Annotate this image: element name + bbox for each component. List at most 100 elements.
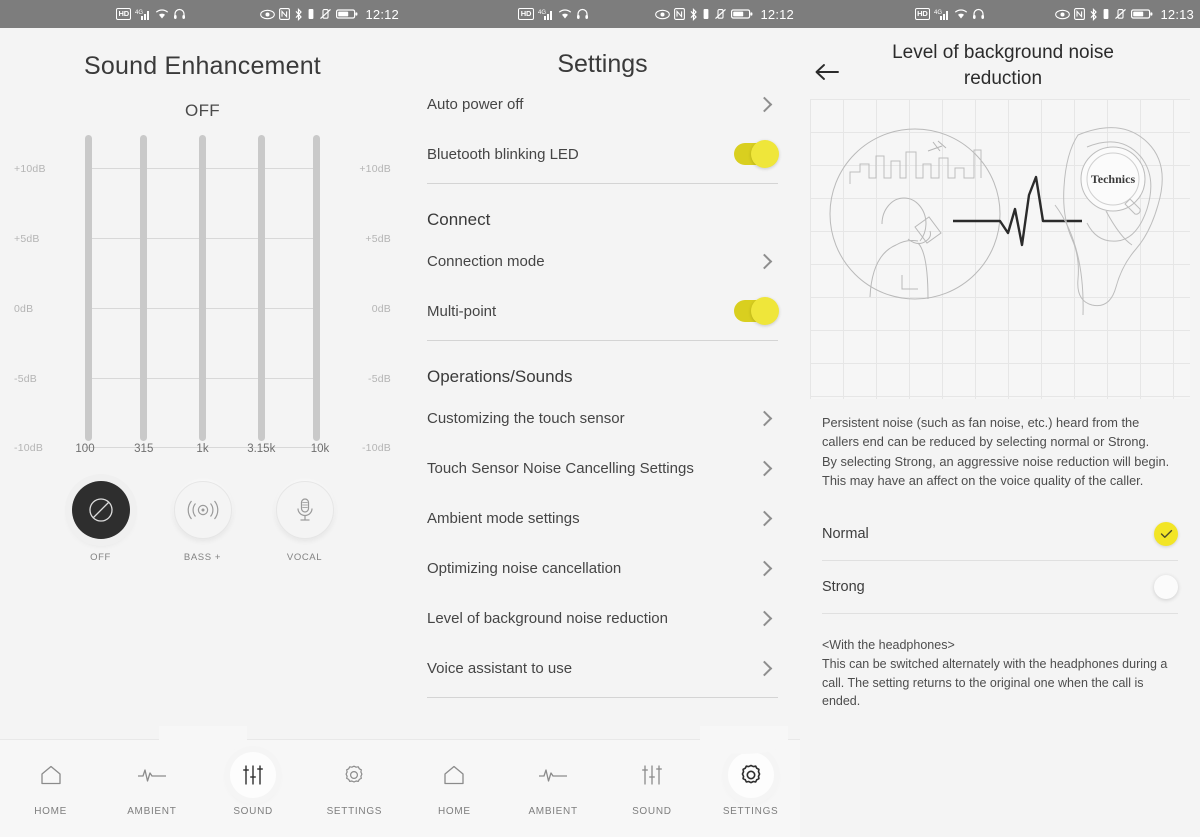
- wifi-icon: [558, 8, 572, 20]
- nav-label: SETTINGS: [722, 806, 779, 817]
- nav-item-settings[interactable]: SETTINGS: [701, 752, 800, 817]
- row-label: Level of background noise reduction: [427, 609, 668, 627]
- nav-item-sound[interactable]: SOUND: [203, 752, 304, 817]
- page-title: Sound Enhancement: [84, 52, 321, 80]
- option-normal[interactable]: Normal: [822, 508, 1178, 560]
- chevron-right-icon: [756, 610, 773, 626]
- sliders-icon[interactable]: [629, 752, 675, 798]
- nav-label: HOME: [437, 806, 471, 817]
- nav-item-sound[interactable]: SOUND: [603, 756, 702, 817]
- chevron-right-icon: [756, 253, 773, 269]
- nav-item-home[interactable]: HOME: [405, 756, 504, 817]
- settings-row-voice-assistant-to-use[interactable]: Voice assistant to use: [427, 643, 778, 693]
- nav-label: SOUND: [233, 806, 273, 817]
- row-label: Optimizing noise cancellation: [427, 559, 622, 577]
- settings-row-connection-mode[interactable]: Connection mode: [427, 236, 778, 286]
- row-label: Multi-point: [427, 302, 497, 320]
- home-icon[interactable]: [28, 752, 74, 798]
- bass-waves-icon: [187, 500, 218, 520]
- bottom-navigation: HOME AMBIENT SOUND SETTINGS: [405, 726, 800, 837]
- settings-row-level-of-background-noise-reduction[interactable]: Level of background noise reduction: [427, 593, 778, 643]
- eq-slider-1k[interactable]: [199, 135, 206, 441]
- sound-mode-off[interactable]: OFF: [71, 481, 130, 563]
- radio-unselected-icon[interactable]: [1154, 575, 1178, 600]
- headset-icon: [576, 8, 589, 20]
- nav-item-ambient[interactable]: AMBIENT: [504, 756, 603, 817]
- sliders-icon[interactable]: [230, 752, 277, 798]
- eye-icon: [1055, 9, 1071, 20]
- eye-icon: [655, 9, 671, 20]
- eq-slider-3.15k[interactable]: [257, 135, 265, 441]
- sound-mode-label: VOCAL: [286, 552, 323, 563]
- vocal-mode-button[interactable]: [275, 481, 334, 539]
- settings-row-touch-sensor-noise-cancelling[interactable]: Touch Sensor Noise Cancelling Settings: [427, 443, 778, 493]
- eq-slider-315[interactable]: [140, 135, 148, 441]
- vibrate-off-icon: [319, 8, 332, 20]
- status-bar-time: 12:13: [1160, 6, 1194, 22]
- nav-item-home[interactable]: HOME: [0, 756, 101, 817]
- vibrate-off-icon: [1114, 8, 1127, 20]
- eye-icon: [260, 9, 276, 20]
- page-title: Level of background noise reduction: [892, 42, 1114, 89]
- chevron-right-icon: [756, 510, 773, 526]
- eq-slider-100[interactable]: [85, 135, 92, 441]
- page-title: Settings: [557, 50, 648, 78]
- bottom-navigation: HOME AMBIENT SOUND SETTINGS: [0, 726, 405, 837]
- settings-list[interactable]: Settings Auto power off Bluetooth blinki…: [405, 28, 800, 765]
- home-icon[interactable]: [431, 752, 477, 798]
- svg-text:4G: 4G: [538, 10, 546, 16]
- settings-row-customizing-touch-sensor[interactable]: Customizing the touch sensor: [427, 393, 778, 443]
- multi-point-toggle[interactable]: [734, 297, 779, 325]
- three-panel-screenshot: HD 4G 12:12 Sound Enhancement OFF +10dB …: [0, 0, 1200, 837]
- nfc-icon: [1074, 8, 1086, 20]
- bass-mode-button[interactable]: [173, 481, 232, 539]
- status-bar-time: 12:12: [365, 6, 399, 22]
- waveform-icon[interactable]: [530, 752, 576, 798]
- battery-small-icon: [702, 8, 710, 20]
- eq-label-right-0: +10dB: [359, 163, 391, 175]
- check-icon[interactable]: [1154, 522, 1178, 547]
- sound-mode-vocal[interactable]: VOCAL: [275, 481, 334, 563]
- battery-small-icon: [1102, 8, 1110, 20]
- toggle-knob: [751, 140, 779, 168]
- off-mode-button[interactable]: [71, 481, 130, 539]
- settings-row-optimizing-noise-cancellation[interactable]: Optimizing noise cancellation: [427, 543, 778, 593]
- option-label: Normal: [822, 526, 869, 543]
- off-slash-icon: [88, 498, 113, 522]
- wifi-icon: [954, 8, 968, 20]
- headset-icon: [173, 8, 186, 20]
- chevron-right-icon: [756, 410, 773, 426]
- sound-mode-bass[interactable]: BASS +: [173, 481, 232, 563]
- bluetooth-blinking-led-toggle[interactable]: [734, 140, 779, 168]
- chevron-right-icon: [756, 460, 773, 476]
- eq-slider-10k[interactable]: [313, 135, 320, 441]
- settings-row-ambient-mode-settings[interactable]: Ambient mode settings: [427, 493, 778, 543]
- battery-icon: [336, 8, 358, 20]
- eq-label-left-0: +10dB: [14, 163, 46, 175]
- waveform-icon[interactable]: [129, 752, 175, 798]
- bluetooth-icon: [689, 7, 698, 21]
- settings-row-auto-power-off[interactable]: Auto power off: [427, 79, 778, 129]
- nav-label: SOUND: [632, 806, 672, 817]
- back-arrow-icon[interactable]: [814, 40, 854, 87]
- eq-label-left-4: -10dB: [14, 442, 44, 454]
- detail-header: Level of background noise reduction: [800, 28, 1200, 99]
- option-strong[interactable]: Strong: [822, 561, 1178, 613]
- eq-label-left-2: 0dB: [14, 303, 34, 315]
- status-bar-time: 12:12: [760, 6, 794, 22]
- gear-icon[interactable]: [331, 752, 377, 798]
- noise-reduction-detail-screen: HD 4G 12:13 Level of background noise re…: [800, 0, 1200, 837]
- signal-4g-icon: 4G: [934, 8, 950, 21]
- signal-4g-icon: 4G: [135, 8, 151, 21]
- nav-notch: [158, 726, 247, 754]
- eq-label-left-1: +5dB: [14, 233, 40, 245]
- gear-icon[interactable]: [727, 752, 774, 798]
- row-label: Ambient mode settings: [427, 509, 580, 527]
- nav-label: HOME: [34, 806, 68, 817]
- settings-row-bluetooth-blinking-led[interactable]: Bluetooth blinking LED: [427, 129, 779, 179]
- chevron-right-icon: [756, 660, 773, 676]
- status-bar: HD 4G: [800, 0, 1200, 28]
- settings-row-multi-point[interactable]: Multi-point: [427, 286, 779, 336]
- nav-item-settings[interactable]: SETTINGS: [304, 756, 405, 817]
- nav-item-ambient[interactable]: AMBIENT: [101, 756, 202, 817]
